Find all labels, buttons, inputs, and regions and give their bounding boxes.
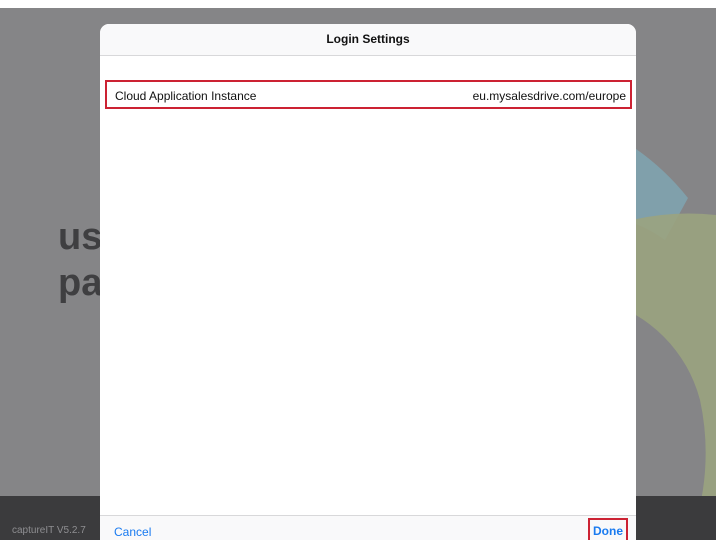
modal-footer: Cancel Done: [100, 515, 636, 540]
background-heading-line-1: us: [58, 216, 103, 258]
done-button[interactable]: Done: [588, 518, 628, 540]
cloud-instance-value: eu.mysalesdrive.com/europe: [472, 89, 626, 103]
cloud-instance-row[interactable]: Cloud Application Instance eu.mysalesdri…: [105, 80, 632, 109]
login-settings-modal: Login Settings Cloud Application Instanc…: [100, 24, 636, 540]
version-label: captureIT V5.2.7: [12, 525, 86, 536]
background-heading-line-2: pa: [58, 262, 103, 304]
background-heading: us pa: [58, 214, 102, 306]
cloud-instance-label: Cloud Application Instance: [115, 89, 257, 103]
modal-title: Login Settings: [100, 24, 636, 56]
cancel-button[interactable]: Cancel: [114, 525, 151, 539]
